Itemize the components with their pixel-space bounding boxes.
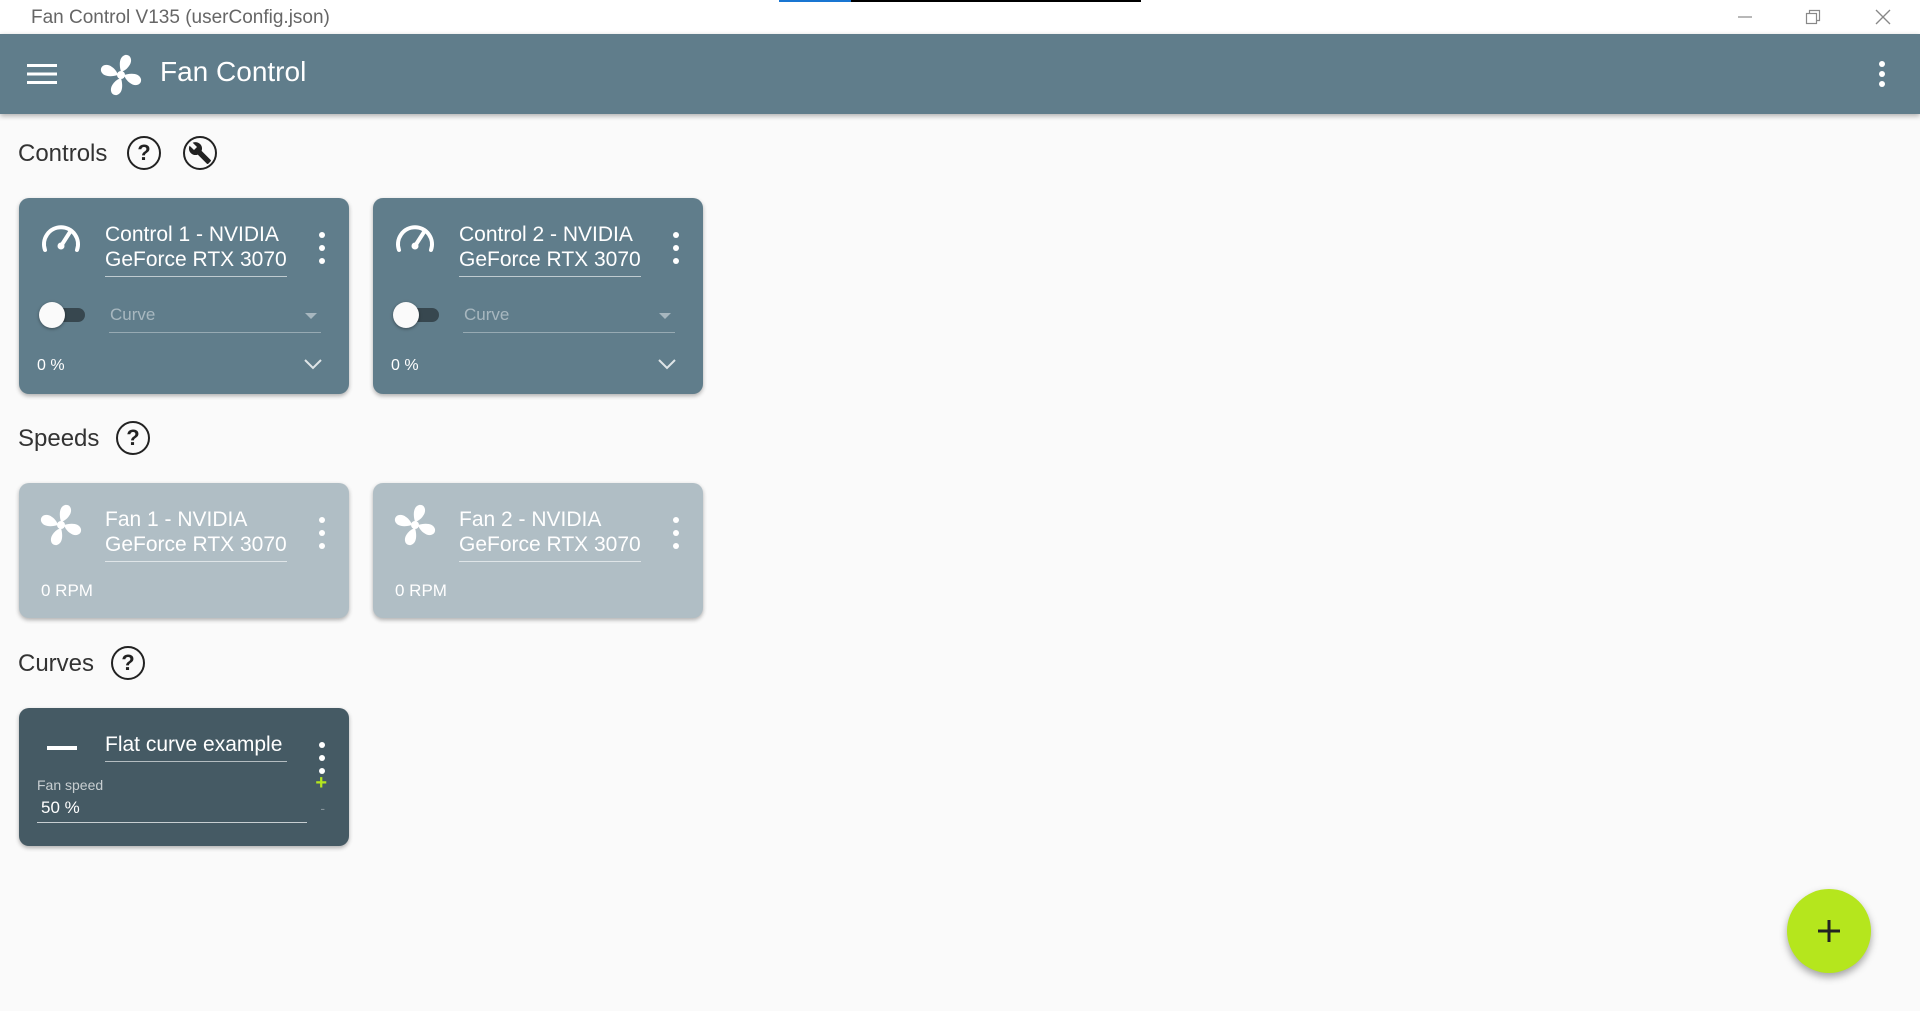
fan-icon bbox=[394, 504, 436, 546]
close-icon bbox=[1875, 9, 1891, 25]
help-icon: ? bbox=[137, 140, 151, 165]
menu-button[interactable] bbox=[22, 56, 62, 92]
controls-help-button[interactable]: ? bbox=[127, 136, 161, 170]
controls-section-title: Controls bbox=[18, 140, 108, 167]
speeds-help-button[interactable]: ? bbox=[116, 421, 150, 455]
speedometer-icon bbox=[396, 225, 434, 252]
add-button[interactable] bbox=[1787, 889, 1871, 973]
plus-icon bbox=[1818, 920, 1840, 942]
chevron-down-icon[interactable] bbox=[303, 356, 323, 372]
help-icon: ? bbox=[121, 650, 135, 675]
increment-button[interactable]: + bbox=[315, 772, 327, 795]
close-button[interactable] bbox=[1848, 0, 1918, 34]
window-titlebar: Fan Control V135 (userConfig.json) bbox=[0, 0, 1920, 34]
control-card: Control 1 - NVIDIA GeForce RTX 3070 Curv… bbox=[19, 198, 349, 394]
speed-more-button[interactable] bbox=[317, 517, 327, 549]
curves-section-title: Curves bbox=[18, 650, 95, 677]
flat-line-icon bbox=[47, 746, 77, 750]
control-enable-toggle[interactable] bbox=[393, 302, 439, 328]
fan-speed-input[interactable]: 50 % bbox=[37, 796, 307, 823]
chevron-down-icon[interactable] bbox=[657, 356, 677, 372]
control-mode-select[interactable]: Curve bbox=[463, 302, 675, 333]
speed-rpm: 0 RPM bbox=[395, 581, 447, 600]
control-enable-toggle[interactable] bbox=[39, 302, 85, 328]
app-title: Fan Control bbox=[160, 56, 307, 87]
fan-speed-value: 50 % bbox=[41, 798, 80, 817]
minimize-icon bbox=[1738, 16, 1752, 18]
fan-icon bbox=[100, 54, 142, 96]
control-percent: 0 % bbox=[37, 357, 65, 374]
speeds-section-title: Speeds bbox=[18, 425, 100, 452]
window-title: Fan Control V135 (userConfig.json) bbox=[31, 7, 330, 28]
fan-icon bbox=[40, 504, 82, 546]
control-more-button[interactable] bbox=[671, 232, 681, 264]
dropdown-arrow-icon bbox=[659, 313, 671, 319]
curve-title[interactable]: Flat curve example bbox=[105, 732, 287, 762]
speedometer-icon bbox=[42, 225, 80, 252]
wrench-icon bbox=[188, 142, 211, 164]
control-title[interactable]: Control 2 - NVIDIA GeForce RTX 3070 bbox=[459, 222, 641, 277]
app-more-button[interactable] bbox=[1864, 56, 1900, 92]
control-card: Control 2 - NVIDIA GeForce RTX 3070 Curv… bbox=[373, 198, 703, 394]
restore-icon bbox=[1805, 9, 1821, 25]
curves-help-button[interactable]: ? bbox=[111, 646, 145, 680]
minimize-button[interactable] bbox=[1710, 0, 1780, 34]
control-mode-value: Curve bbox=[110, 305, 156, 324]
controls-tools-button[interactable] bbox=[183, 136, 217, 170]
dropdown-arrow-icon bbox=[305, 313, 317, 319]
curve-card: Flat curve example Fan speed 50 % + - bbox=[19, 708, 349, 846]
control-mode-value: Curve bbox=[464, 305, 510, 324]
curve-more-button[interactable] bbox=[317, 742, 327, 774]
control-percent: 0 % bbox=[391, 357, 419, 374]
app-bar: Fan Control bbox=[0, 34, 1920, 114]
speed-card: Fan 2 - NVIDIA GeForce RTX 3070 0 RPM bbox=[373, 483, 703, 618]
restore-button[interactable] bbox=[1778, 0, 1848, 34]
decrement-button[interactable]: - bbox=[320, 800, 325, 816]
more-vert-icon bbox=[1879, 61, 1885, 87]
speed-more-button[interactable] bbox=[671, 517, 681, 549]
control-title[interactable]: Control 1 - NVIDIA GeForce RTX 3070 bbox=[105, 222, 287, 277]
hamburger-icon bbox=[27, 64, 57, 84]
speed-title[interactable]: Fan 2 - NVIDIA GeForce RTX 3070 bbox=[459, 507, 641, 562]
help-icon: ? bbox=[126, 425, 140, 450]
control-mode-select[interactable]: Curve bbox=[109, 302, 321, 333]
progress-bar-accent bbox=[779, 0, 851, 2]
control-more-button[interactable] bbox=[317, 232, 327, 264]
speed-title[interactable]: Fan 1 - NVIDIA GeForce RTX 3070 bbox=[105, 507, 287, 562]
speed-rpm: 0 RPM bbox=[41, 581, 93, 600]
fan-speed-label: Fan speed bbox=[37, 777, 104, 793]
speed-card: Fan 1 - NVIDIA GeForce RTX 3070 0 RPM bbox=[19, 483, 349, 618]
